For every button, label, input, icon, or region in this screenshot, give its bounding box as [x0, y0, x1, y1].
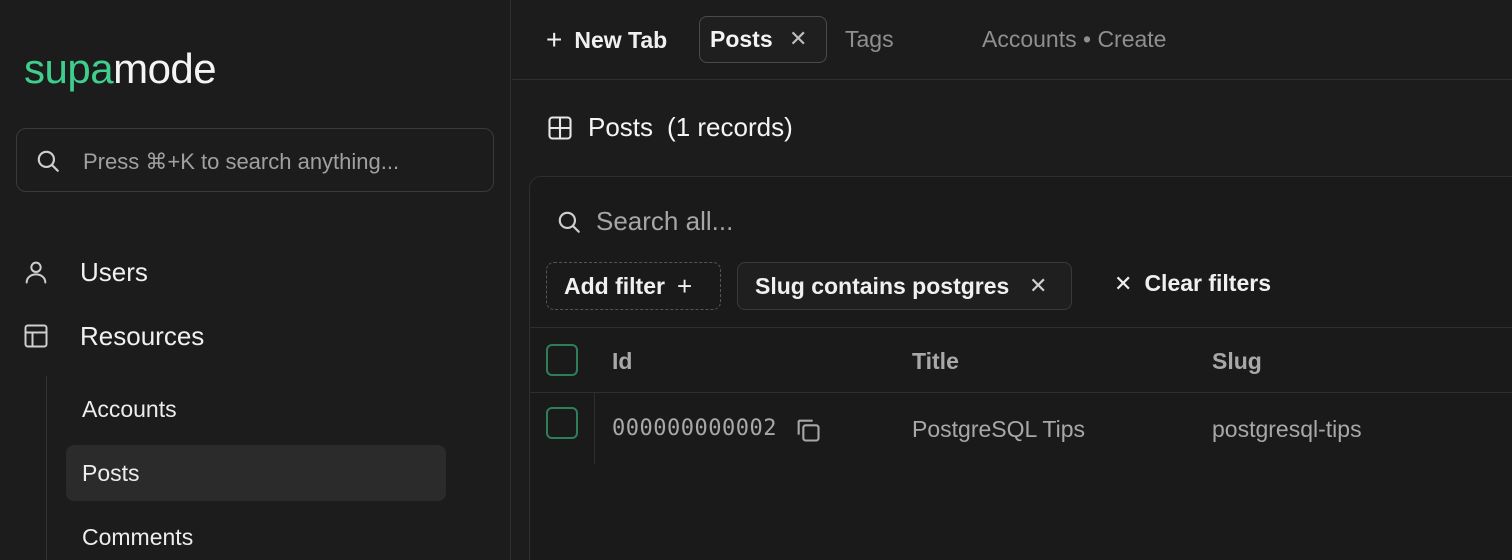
- copy-icon[interactable]: [794, 416, 822, 444]
- remove-filter-icon[interactable]: ✕: [1029, 273, 1047, 299]
- filter-chip[interactable]: Slug contains postgres ✕: [737, 262, 1072, 310]
- logo: supamode: [24, 44, 217, 94]
- sidebar-item-accounts[interactable]: Accounts: [66, 381, 446, 437]
- tab-accounts-create[interactable]: Accounts • Create: [982, 26, 1166, 53]
- cell-title: PostgreSQL Tips: [912, 416, 1086, 442]
- table-search-input[interactable]: Search all...: [556, 206, 733, 237]
- close-icon: ✕: [1114, 270, 1133, 296]
- column-header-id[interactable]: Id: [612, 348, 632, 375]
- clear-filters-label: Clear filters: [1144, 270, 1271, 296]
- page-title-text: Posts: [588, 112, 654, 142]
- grid-icon: [548, 115, 572, 140]
- tree-line: [46, 376, 47, 560]
- sidebar-item-label: Users: [80, 256, 148, 287]
- sidebar-item-resources[interactable]: Resources: [22, 316, 204, 356]
- table-header: [530, 327, 1512, 393]
- plus-icon: +: [676, 271, 693, 301]
- tab-bar: + New Tab Posts ✕ Tags Accounts • Create: [512, 0, 1512, 80]
- clear-filters-button[interactable]: ✕ Clear filters: [1114, 270, 1271, 297]
- sidebar-item-posts[interactable]: Posts: [66, 445, 446, 501]
- select-all-checkbox[interactable]: [546, 344, 578, 376]
- filter-chip-label: Slug contains postgres: [755, 272, 1010, 299]
- column-header-slug[interactable]: Slug: [1212, 348, 1262, 375]
- table-layout-icon: [24, 324, 48, 348]
- column-header-title[interactable]: Title: [912, 348, 959, 375]
- add-filter-label: Add filter: [564, 272, 665, 299]
- global-search-input[interactable]: Press ⌘+K to search anything...: [16, 128, 494, 192]
- close-icon[interactable]: ✕: [789, 26, 807, 52]
- user-icon: [25, 261, 47, 284]
- sidebar: supamode Press ⌘+K to search anything...…: [0, 0, 511, 560]
- add-filter-button[interactable]: Add filter +: [546, 262, 721, 310]
- table-search-placeholder: Search all...: [596, 206, 734, 236]
- row-divider: [594, 393, 595, 464]
- tab-posts[interactable]: Posts ✕: [699, 16, 827, 63]
- search-icon: [558, 211, 580, 233]
- logo-accent: supa: [24, 45, 114, 92]
- logo-rest: mode: [113, 45, 217, 92]
- new-tab-button[interactable]: + New Tab: [546, 20, 667, 60]
- sidebar-item-users[interactable]: Users: [22, 252, 148, 292]
- cell-id: 000000000002: [612, 416, 777, 441]
- search-icon: [37, 150, 59, 172]
- global-search-placeholder: Press ⌘+K to search anything...: [83, 149, 400, 174]
- sidebar-item-comments[interactable]: Comments: [66, 509, 446, 560]
- tab-label: Posts: [710, 26, 773, 52]
- new-tab-label: New Tab: [574, 26, 668, 53]
- row-checkbox[interactable]: [546, 407, 578, 439]
- cell-slug: postgresql-tips: [1212, 416, 1362, 442]
- app: supamode Press ⌘+K to search anything...…: [0, 0, 1512, 560]
- plus-icon: +: [546, 24, 563, 55]
- tab-tags[interactable]: Tags: [845, 26, 894, 53]
- sidebar-item-label: Resources: [80, 320, 205, 351]
- page-title: Posts (1 records): [546, 112, 793, 143]
- record-count: (1 records): [667, 112, 793, 142]
